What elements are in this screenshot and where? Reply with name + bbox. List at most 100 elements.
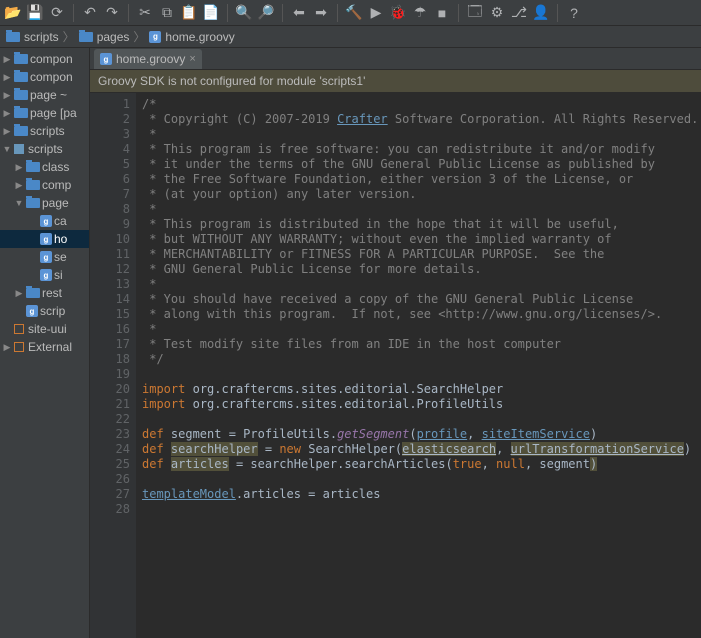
expand-arrow-icon[interactable] — [2, 144, 12, 154]
file-tab[interactable]: g home.groovy × — [94, 49, 202, 69]
warning-text: Groovy SDK is not configured for module … — [98, 74, 365, 88]
clipboard-icon[interactable]: 📄 — [202, 4, 220, 22]
tree-row[interactable]: g ca — [0, 212, 89, 230]
code-line[interactable]: * (at your option) any later version. — [142, 187, 701, 202]
groovy-icon: g — [26, 305, 38, 317]
tree-row[interactable]: g ho — [0, 230, 89, 248]
line-number: 17 — [90, 337, 130, 352]
expand-arrow-icon[interactable] — [2, 126, 12, 137]
code-line[interactable]: * — [142, 202, 701, 217]
code-line[interactable]: * Test modify site files from an IDE in … — [142, 337, 701, 352]
tree-row[interactable]: g se — [0, 248, 89, 266]
paste-icon[interactable]: 📋 — [180, 4, 198, 22]
code-line[interactable]: templateModel.articles = articles — [142, 487, 701, 502]
help-icon[interactable]: ? — [565, 4, 583, 22]
tree-label: site-uui — [28, 322, 67, 336]
tree-row[interactable]: site-uui — [0, 320, 89, 338]
line-number: 25 — [90, 457, 130, 472]
code-line[interactable]: * — [142, 322, 701, 337]
tree-row[interactable]: page ~ — [0, 86, 89, 104]
code-editor[interactable]: 1234567891011121314151617181920212223242… — [90, 93, 701, 638]
tree-row[interactable]: class — [0, 158, 89, 176]
breadcrumb-item[interactable]: scripts — [6, 30, 59, 44]
code-line[interactable] — [142, 502, 701, 517]
debug-icon[interactable]: 🐞 — [389, 4, 407, 22]
expand-arrow-icon[interactable] — [2, 342, 12, 353]
tree-row[interactable]: compon — [0, 68, 89, 86]
tree-row[interactable]: scripts — [0, 140, 89, 158]
coverage-icon[interactable]: ☂ — [411, 4, 429, 22]
code-line[interactable]: /* — [142, 97, 701, 112]
redo-icon[interactable]: ↷ — [103, 4, 121, 22]
code-line[interactable]: def articles = searchHelper.searchArticl… — [142, 457, 701, 472]
cut-icon[interactable]: ✂ — [136, 4, 154, 22]
profile-icon[interactable]: 👤 — [532, 4, 550, 22]
code-line[interactable] — [142, 472, 701, 487]
code-line[interactable]: * MERCHANTABILITY or FITNESS FOR A PARTI… — [142, 247, 701, 262]
project-tree[interactable]: compon compon page ~ page [pa scripts sc… — [0, 48, 90, 638]
expand-arrow-icon[interactable] — [2, 72, 12, 83]
line-number: 16 — [90, 322, 130, 337]
tree-row[interactable]: page — [0, 194, 89, 212]
code-line[interactable]: * but WITHOUT ANY WARRANTY; without even… — [142, 232, 701, 247]
code-line[interactable]: * — [142, 277, 701, 292]
tree-row[interactable]: rest — [0, 284, 89, 302]
run-icon[interactable]: ▶ — [367, 4, 385, 22]
expand-arrow-icon[interactable] — [14, 198, 24, 208]
expand-arrow-icon[interactable] — [2, 108, 12, 119]
code-line[interactable]: * This program is free software: you can… — [142, 142, 701, 157]
build-icon[interactable]: 🔨 — [345, 4, 363, 22]
tree-row[interactable]: External — [0, 338, 89, 356]
code-line[interactable]: * You should have received a copy of the… — [142, 292, 701, 307]
code-line[interactable]: def segment = ProfileUtils.getSegment(pr… — [142, 427, 701, 442]
copy-icon[interactable]: ⧉ — [158, 4, 176, 22]
groovy-icon: g — [40, 269, 52, 281]
toolbar-separator — [128, 4, 129, 22]
open-icon[interactable]: 📂 — [4, 4, 22, 22]
breadcrumb-label: pages — [97, 30, 130, 44]
code-line[interactable]: import org.craftercms.sites.editorial.Pr… — [142, 397, 701, 412]
sdk-warning-bar[interactable]: Groovy SDK is not configured for module … — [90, 70, 701, 93]
tree-label: ho — [54, 232, 67, 246]
layout-icon[interactable]: 🗔 — [466, 4, 484, 22]
tree-row[interactable]: g scrip — [0, 302, 89, 320]
code-line[interactable]: * — [142, 127, 701, 142]
tree-label: compon — [30, 70, 73, 84]
code-line[interactable]: */ — [142, 352, 701, 367]
close-icon[interactable]: × — [189, 53, 195, 65]
git-icon[interactable]: ⎇ — [510, 4, 528, 22]
code-line[interactable] — [142, 367, 701, 382]
stop-icon[interactable]: ■ — [433, 4, 451, 22]
folder-icon — [6, 32, 20, 42]
tree-row[interactable]: compon — [0, 50, 89, 68]
code-line[interactable]: def searchHelper = new SearchHelper(elas… — [142, 442, 701, 457]
forward-icon[interactable]: ➡ — [312, 4, 330, 22]
save-icon[interactable]: 💾 — [26, 4, 44, 22]
expand-arrow-icon[interactable] — [2, 54, 12, 65]
tree-row[interactable]: scripts — [0, 122, 89, 140]
tree-row[interactable]: comp — [0, 176, 89, 194]
tools-icon[interactable]: ⚙ — [488, 4, 506, 22]
code-line[interactable]: * This program is distributed in the hop… — [142, 217, 701, 232]
code-line[interactable]: * the Free Software Foundation, either v… — [142, 172, 701, 187]
expand-arrow-icon[interactable] — [14, 288, 24, 299]
code-line[interactable]: * Copyright (C) 2007-2019 Crafter Softwa… — [142, 112, 701, 127]
expand-arrow-icon[interactable] — [14, 180, 24, 191]
expand-arrow-icon[interactable] — [14, 162, 24, 173]
expand-arrow-icon[interactable] — [2, 90, 12, 101]
code-line[interactable]: * along with this program. If not, see <… — [142, 307, 701, 322]
code-content[interactable]: /* * Copyright (C) 2007-2019 Crafter Sof… — [136, 93, 701, 638]
zoom-in-icon[interactable]: 🔍 — [235, 4, 253, 22]
undo-icon[interactable]: ↶ — [81, 4, 99, 22]
tree-row[interactable]: g si — [0, 266, 89, 284]
code-line[interactable]: import org.craftercms.sites.editorial.Se… — [142, 382, 701, 397]
back-icon[interactable]: ⬅ — [290, 4, 308, 22]
tree-row[interactable]: page [pa — [0, 104, 89, 122]
code-line[interactable] — [142, 412, 701, 427]
breadcrumb-item[interactable]: ghome.groovy — [149, 30, 234, 44]
breadcrumb-item[interactable]: pages — [79, 30, 130, 44]
refresh-icon[interactable]: ⟳ — [48, 4, 66, 22]
zoom-out-icon[interactable]: 🔎 — [257, 4, 275, 22]
code-line[interactable]: * it under the terms of the GNU General … — [142, 157, 701, 172]
code-line[interactable]: * GNU General Public License for more de… — [142, 262, 701, 277]
